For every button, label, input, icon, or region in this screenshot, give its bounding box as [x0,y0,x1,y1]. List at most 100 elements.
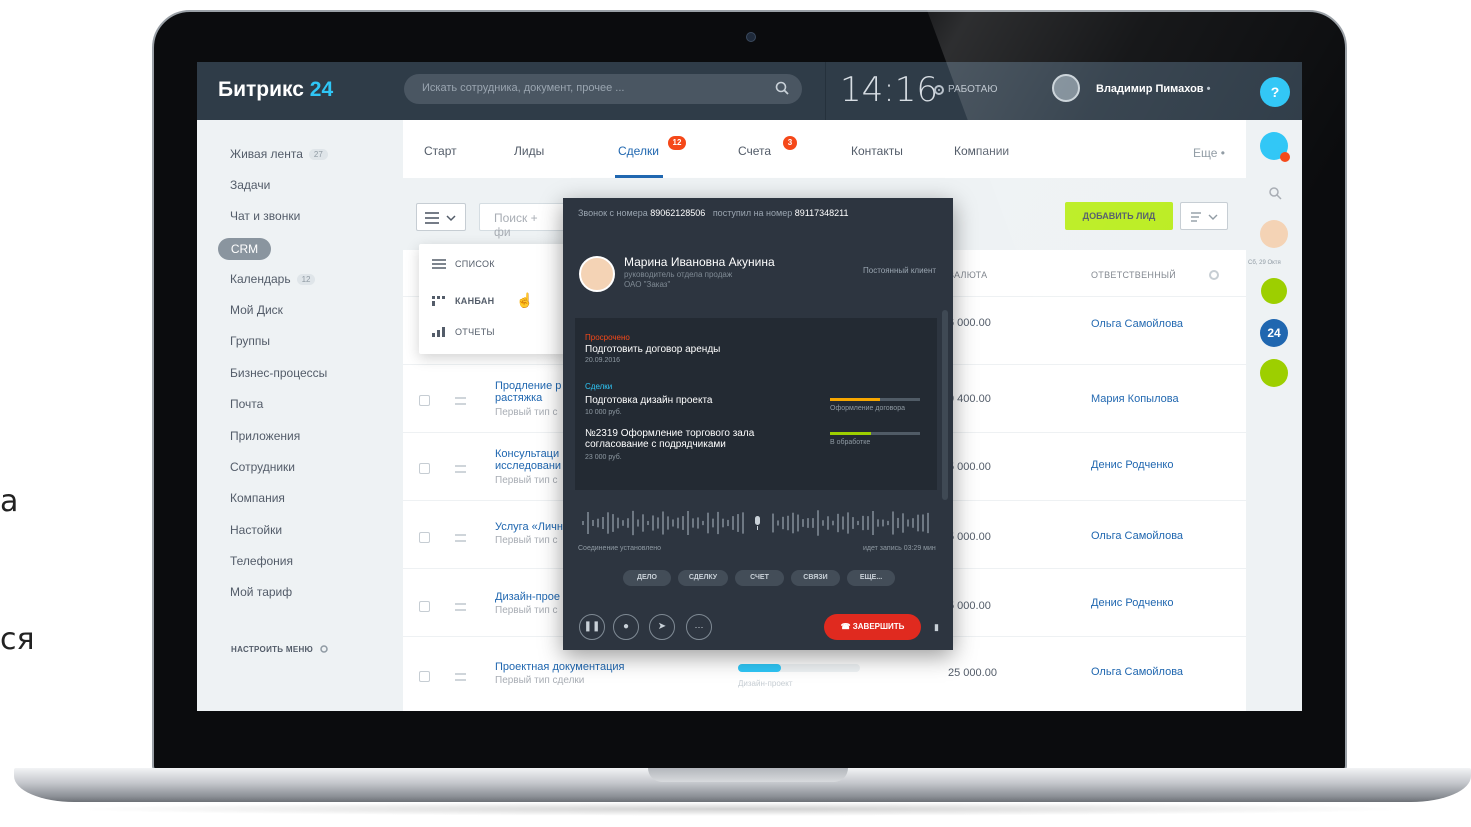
row-checkbox[interactable] [419,601,430,612]
list-settings-button[interactable] [1180,202,1228,230]
audio-waveform [582,510,929,536]
chat-bot-icon[interactable] [1261,278,1287,304]
tab-deals[interactable]: Сделки [618,144,659,158]
logo[interactable]: Битрикс 24 [218,78,333,102]
topbar-divider [825,62,826,120]
row-checkbox[interactable] [419,532,430,543]
tab-companies[interactable]: Компании [954,144,1009,158]
tab-invoices[interactable]: Счета [738,144,771,158]
column-header-responsible[interactable]: ОТВЕТСТВЕННЫЙ [1091,270,1176,280]
sidebar-item-bizproc[interactable]: Бизнес-процессы [230,366,327,380]
sidebar-item-label: Мой тариф [230,585,293,599]
view-option-label: СПИСОК [455,259,495,269]
deal-title[interactable]: Услуга «Личн [495,521,563,533]
card-scrollbar[interactable] [942,310,948,500]
row-amount: 5 000.00 [948,600,991,612]
bitrix24-icon[interactable]: 24 [1260,319,1288,347]
create-task-chip[interactable]: ДЕЛО [623,570,671,586]
laptop-shadow [60,802,1420,816]
row-responsible[interactable]: Ольга Самойлова [1091,666,1183,678]
sidebar-item-tariff[interactable]: Мой тариф [230,585,292,599]
sidebar-item-chat[interactable]: Чат и звонки [230,209,300,223]
deal2-stage: В обработке [830,439,871,446]
deal1-title[interactable]: Подготовка дизайн проекта [585,395,712,406]
keypad-button[interactable]: ⋯ [686,614,712,640]
filter-input[interactable]: Поиск + фи [479,203,569,239]
client-name[interactable]: Марина Ивановна Акунина [624,255,775,269]
deal2-sum: 23 000 руб. [585,454,622,461]
row-checkbox[interactable] [419,671,430,682]
row-checkbox[interactable] [419,395,430,406]
view-switch-button[interactable] [416,203,466,231]
tab-contacts[interactable]: Контакты [851,144,903,158]
help-button[interactable]: ? [1260,77,1290,107]
sidebar-item-groups[interactable]: Группы [230,334,270,348]
sidebar-item-mail[interactable]: Почта [230,397,263,411]
sidebar-item-tasks[interactable]: Задачи [230,178,270,192]
column-header-currency[interactable]: ВАЛЮТА [948,270,987,280]
recording-status: идет запись 03:29 мин [863,545,936,552]
tab-deals-badge: 12 [668,136,686,150]
row-responsible[interactable]: Мария Копылова [1091,393,1179,405]
tab-start[interactable]: Старт [424,144,457,158]
row-responsible[interactable]: Ольга Самойлова [1091,530,1183,542]
mute-button[interactable]: ● [613,614,639,640]
row-menu-icon[interactable] [455,603,466,611]
phone-icon[interactable] [1260,359,1288,387]
tab-leads[interactable]: Лиды [514,144,544,158]
deal-title[interactable]: Продление р растяжка [495,380,561,404]
call-to-label: поступил на номер [712,208,793,218]
search-input[interactable]: Искать сотрудника, документ, прочее ... [404,74,802,104]
row-menu-icon[interactable] [455,465,466,473]
create-deal-chip[interactable]: СДЕЛКУ [678,570,728,586]
view-option-reports[interactable]: ОТЧЕТЫ [431,326,495,338]
end-call-button[interactable]: ☎ ЗАВЕРШИТЬ [824,614,921,640]
sidebar-item-telephony[interactable]: Телефония [230,554,293,568]
row-menu-icon[interactable] [455,673,466,681]
overdue-task[interactable]: Подготовить договор аренды [585,344,720,355]
search-icon[interactable] [1268,186,1282,200]
search-icon[interactable] [774,80,790,96]
contact-avatar[interactable] [1260,220,1288,248]
view-option-list[interactable]: СПИСОК [431,258,495,270]
sidebar-item-calendar[interactable]: Календарь 12 [230,272,316,286]
row-responsible[interactable]: Денис Родченко [1091,597,1173,609]
view-option-kanban[interactable]: КАНБАН ☝ [431,292,534,309]
clock[interactable]: 14:16 [840,70,938,110]
relations-chip[interactable]: СВЯЗИ [791,570,840,586]
deal-title[interactable]: Проектная документация [495,661,624,673]
setup-menu-button[interactable]: НАСТРОИТЬ МЕНЮ [231,644,329,654]
work-status[interactable]: РАБОТАЮ [934,84,997,95]
deal-title[interactable]: Дизайн-прое [495,591,560,603]
transfer-button[interactable]: ➤ [649,614,675,640]
row-responsible[interactable]: Ольга Самойлова [1091,318,1183,330]
right-panel: Сб, 29 Октя 24 [1246,120,1302,711]
sidebar-item-apps[interactable]: Приложения [230,429,300,443]
add-lead-button[interactable]: ДОБАВИТЬ ЛИД [1065,202,1173,230]
sidebar-item-label: Мой Диск [230,303,283,317]
chevron-down-icon: • [1220,146,1225,160]
sidebar-item-disk[interactable]: Мой Диск [230,303,283,317]
deal-title[interactable]: Консультаци исследовани [495,448,561,472]
sidebar-item-employees[interactable]: Сотрудники [230,460,295,474]
pause-button[interactable]: ❚❚ [579,614,605,640]
more-tabs-button[interactable]: Еще • [1193,146,1225,160]
row-checkbox[interactable] [419,463,430,474]
sidebar-item-label: Почта [230,397,264,411]
sidebar-item-settings[interactable]: Настойки [230,523,282,537]
table-settings-gear-icon[interactable] [1207,268,1221,282]
deal2-title[interactable]: №2319 Оформление торгового зала согласов… [585,428,785,450]
user-menu[interactable]: Владимир Пимахов • [1096,83,1211,95]
sidebar-badge: 27 [308,148,328,160]
hang-up-icon: ☎ [840,622,851,631]
view-dropdown: СПИСОК КАНБАН ☝ ОТЧЕТЫ [419,244,569,354]
create-invoice-chip[interactable]: СЧЕТ [735,570,784,586]
row-responsible[interactable]: Денис Родченко [1091,459,1173,471]
user-avatar[interactable] [1052,74,1080,102]
more-actions-chip[interactable]: ЕЩЕ... [847,570,895,586]
sidebar-item-company[interactable]: Компания [230,491,285,505]
sidebar-item-feed[interactable]: Живая лента 27 [230,147,328,161]
sidebar-item-crm[interactable]: CRM [218,238,271,260]
row-menu-icon[interactable] [455,397,466,405]
row-menu-icon[interactable] [455,534,466,542]
